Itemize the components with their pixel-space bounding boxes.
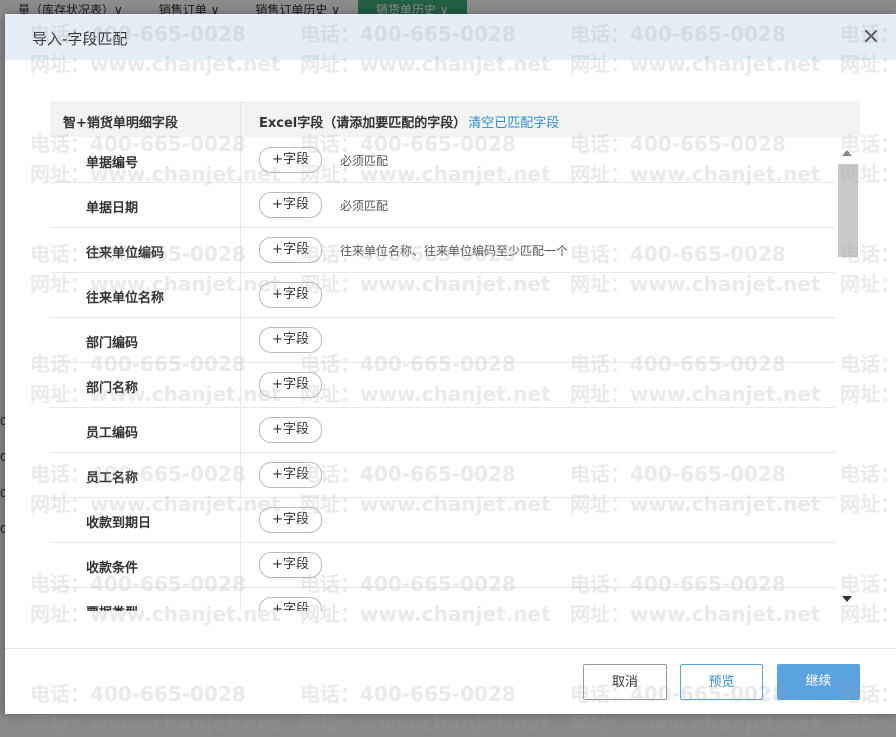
field-name: 单据日期 bbox=[86, 201, 139, 216]
field-name: 收款条件 bbox=[86, 561, 139, 576]
field-cell: 部门编码 bbox=[50, 317, 241, 362]
add-field-button[interactable]: +字段 bbox=[259, 552, 322, 578]
table-row: 往来单位编码 +字段 往来单位名称、往来单位编码至少匹配一个 bbox=[50, 227, 835, 273]
field-mapping-table: 智+销货单明细字段 Excel字段（请添加要匹配的字段） 清空已匹配字段 单据编号… bbox=[50, 101, 860, 611]
table-row: 员工编码 +字段 bbox=[50, 407, 835, 453]
add-field-button[interactable]: +字段 bbox=[259, 237, 322, 263]
field-name: 员工编码 bbox=[86, 426, 139, 441]
field-cell: 单据日期 bbox=[50, 182, 241, 227]
add-field-button[interactable]: +字段 bbox=[259, 372, 322, 398]
field-hint: 往来单位名称、往来单位编码至少匹配一个 bbox=[340, 244, 569, 258]
table-scrollbar[interactable] bbox=[837, 146, 858, 612]
table-row: 往来单位名称 +字段 bbox=[50, 272, 835, 318]
dialog-title: 导入-字段匹配 bbox=[32, 30, 128, 48]
column-header-system-field: 智+销货单明细字段 bbox=[63, 116, 178, 131]
add-field-button[interactable]: +字段 bbox=[259, 597, 322, 611]
table-row: 票据类型 +字段 bbox=[50, 587, 835, 611]
scroll-thumb[interactable] bbox=[838, 164, 858, 257]
field-name: 票据类型 bbox=[86, 602, 138, 611]
field-name: 收款到期日 bbox=[86, 516, 152, 531]
field-cell: 收款到期日 bbox=[50, 497, 241, 542]
field-cell: 往来单位名称 bbox=[50, 272, 241, 317]
add-field-button[interactable]: +字段 bbox=[259, 417, 322, 443]
field-name: 部门编码 bbox=[86, 336, 139, 351]
field-mapping-dialog: 导入-字段匹配 智+销货单明细字段 Excel字段（请添加要匹配的字段） 清空已匹… bbox=[5, 14, 896, 714]
field-cell: 员工编码 bbox=[50, 407, 241, 452]
dialog-header: 导入-字段匹配 bbox=[5, 14, 896, 60]
table-row: 部门编码 +字段 bbox=[50, 317, 835, 363]
field-hint: 必须匹配 bbox=[340, 154, 389, 168]
field-hint: 必须匹配 bbox=[340, 199, 389, 213]
add-field-button[interactable]: +字段 bbox=[259, 147, 322, 173]
field-cell: 票据类型 bbox=[50, 587, 241, 611]
field-cell: 员工名称 bbox=[50, 452, 241, 497]
table-row: 员工名称 +字段 bbox=[50, 452, 835, 498]
field-name: 往来单位名称 bbox=[86, 291, 165, 306]
scroll-up-arrow-icon[interactable] bbox=[842, 150, 852, 156]
column-divider bbox=[240, 101, 241, 137]
close-icon[interactable] bbox=[862, 27, 880, 45]
preview-button[interactable]: 预览 bbox=[680, 664, 763, 700]
field-cell: 往来单位编码 bbox=[50, 227, 241, 272]
cancel-button[interactable]: 取消 bbox=[583, 664, 667, 700]
field-cell: 单据编号 bbox=[50, 137, 241, 182]
table-header: 智+销货单明细字段 Excel字段（请添加要匹配的字段） 清空已匹配字段 bbox=[50, 101, 860, 137]
field-cell: 收款条件 bbox=[50, 542, 241, 587]
add-field-button[interactable]: +字段 bbox=[259, 462, 322, 488]
table-row: 收款到期日 +字段 bbox=[50, 497, 835, 543]
field-cell: 部门名称 bbox=[50, 362, 241, 407]
clear-matched-fields-link[interactable]: 清空已匹配字段 bbox=[468, 116, 559, 131]
field-name: 员工名称 bbox=[86, 471, 139, 486]
add-field-button[interactable]: +字段 bbox=[259, 327, 322, 353]
add-field-button[interactable]: +字段 bbox=[259, 282, 322, 308]
continue-button[interactable]: 继续 bbox=[777, 664, 860, 700]
table-row: 收款条件 +字段 bbox=[50, 542, 835, 588]
table-row: 单据日期 +字段 必须匹配 bbox=[50, 182, 835, 228]
table-body: 单据编号 +字段 必须匹配 单据日期 +字段 必须匹配 往来单位编码 +字段 往… bbox=[50, 137, 835, 611]
add-field-button[interactable]: +字段 bbox=[259, 192, 322, 218]
scroll-down-arrow-icon[interactable] bbox=[842, 596, 852, 602]
footer-divider bbox=[5, 648, 896, 649]
column-header-excel-label: Excel字段（请添加要匹配的字段） bbox=[259, 116, 467, 131]
table-row: 部门名称 +字段 bbox=[50, 362, 835, 408]
field-name: 部门名称 bbox=[86, 381, 139, 396]
table-row: 单据编号 +字段 必须匹配 bbox=[50, 137, 835, 183]
field-name: 往来单位编码 bbox=[86, 246, 165, 261]
field-name: 单据编号 bbox=[86, 156, 139, 171]
add-field-button[interactable]: +字段 bbox=[259, 507, 322, 533]
column-header-excel-field: Excel字段（请添加要匹配的字段） 清空已匹配字段 bbox=[259, 112, 559, 131]
